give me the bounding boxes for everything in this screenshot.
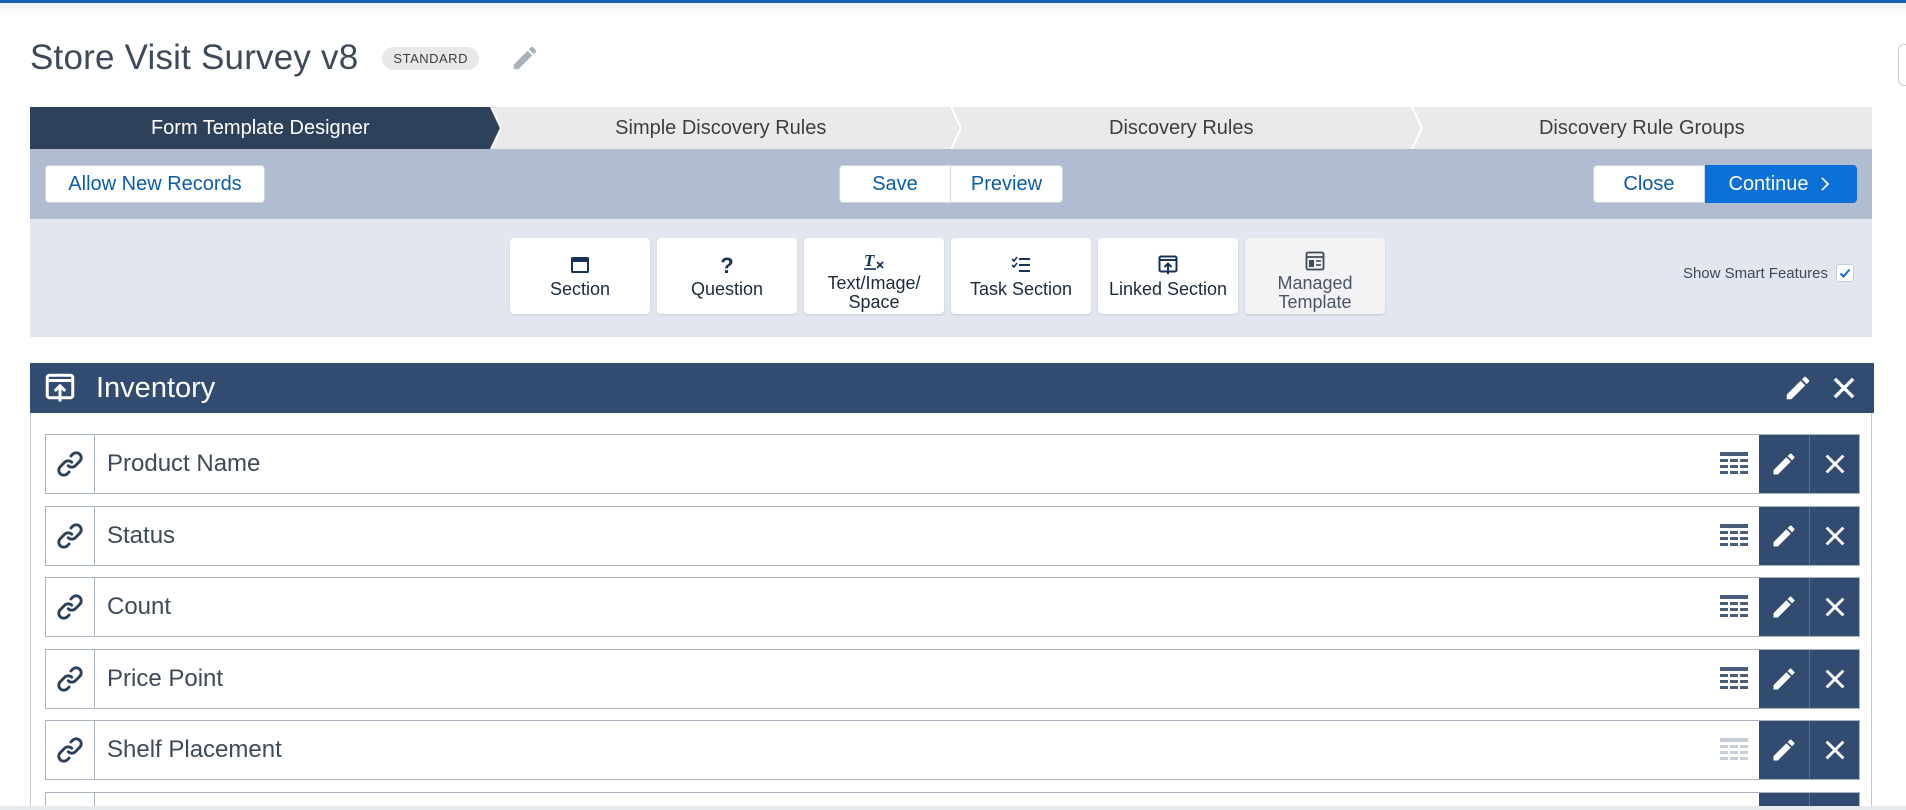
section-title: Inventory xyxy=(96,371,216,404)
question-row[interactable]: Status xyxy=(45,505,1860,566)
allow-new-records-button[interactable]: Allow New Records xyxy=(45,165,265,203)
component-palette: Section ? Question T Text/Image/ Space T… xyxy=(30,219,1872,337)
link-icon xyxy=(46,578,95,636)
save-button[interactable]: Save xyxy=(839,165,951,203)
clear-format-icon: T xyxy=(863,250,885,272)
delete-question-icon[interactable] xyxy=(1809,721,1859,779)
add-text-image-space-tool[interactable]: T Text/Image/ Space xyxy=(804,238,944,314)
tool-label: Task Section xyxy=(969,279,1073,299)
delete-question-icon[interactable] xyxy=(1809,649,1859,708)
path-step-label: Form Template Designer xyxy=(150,116,370,139)
path-chevron xyxy=(941,107,961,149)
tool-label: Text/Image/ Space xyxy=(827,273,921,312)
linked-section-icon xyxy=(44,372,76,404)
table-view-icon[interactable] xyxy=(1709,650,1759,708)
table-view-icon[interactable] xyxy=(1709,435,1759,493)
template-type-badge: STANDARD xyxy=(382,46,479,70)
path-step-simple-discovery-rules[interactable]: Simple Discovery Rules xyxy=(490,107,961,149)
path-step-label: Simple Discovery Rules xyxy=(615,116,827,139)
question-row[interactable]: Count xyxy=(45,577,1860,637)
svg-text:T: T xyxy=(864,251,875,270)
path-chevron xyxy=(1401,107,1422,149)
delete-section-icon[interactable] xyxy=(1828,372,1860,404)
section-inventory: Inventory Product Name Status Count Price P… xyxy=(30,363,1874,810)
edit-question-icon[interactable] xyxy=(1759,721,1809,779)
question-label: Status xyxy=(107,521,176,549)
question-row[interactable]: Shelf Placement xyxy=(45,720,1860,780)
smart-features-toggle: Show Smart Features xyxy=(1683,264,1854,282)
add-linked-section-tool[interactable]: Linked Section xyxy=(1098,238,1238,314)
edit-question-icon[interactable] xyxy=(1759,649,1809,708)
path-step-discovery-rules[interactable]: Discovery Rules xyxy=(951,107,1422,149)
add-managed-template-tool[interactable]: Managed Template xyxy=(1245,238,1385,314)
edit-title-icon[interactable] xyxy=(509,42,541,74)
tool-label: Managed Template xyxy=(1277,273,1353,312)
designer-path: Form Template Designer Simple Discovery … xyxy=(30,107,1872,149)
add-question-tool[interactable]: ? Question xyxy=(657,238,797,314)
question-label: Product Name xyxy=(107,450,261,477)
section-actions xyxy=(1782,372,1860,404)
preview-button[interactable]: Preview xyxy=(951,165,1063,203)
link-icon xyxy=(46,506,95,565)
smart-features-checkbox[interactable] xyxy=(1836,264,1854,282)
delete-question-icon[interactable] xyxy=(1809,435,1859,493)
side-scroll-tab[interactable] xyxy=(1898,44,1906,86)
delete-question-icon[interactable] xyxy=(1809,506,1859,565)
top-shadow xyxy=(0,3,1906,17)
linked-section-icon xyxy=(1158,254,1178,276)
continue-label: Continue xyxy=(1728,172,1809,195)
tool-label: Linked Section xyxy=(1108,279,1228,299)
template-icon xyxy=(1305,250,1325,272)
path-step-label: Discovery Rule Groups xyxy=(1538,116,1745,139)
path-chevron xyxy=(480,107,501,149)
link-icon xyxy=(46,649,95,708)
table-view-icon[interactable] xyxy=(1709,721,1759,779)
question-label: Shelf Placement xyxy=(107,736,282,763)
question-icon: ? xyxy=(720,252,734,278)
bottom-edge xyxy=(0,806,1906,810)
question-row[interactable]: Price Point xyxy=(45,648,1860,709)
tool-label: Question xyxy=(690,279,764,299)
edit-question-icon[interactable] xyxy=(1759,506,1809,565)
edit-question-icon[interactable] xyxy=(1759,435,1809,493)
question-row[interactable]: Product Name xyxy=(45,434,1860,494)
link-icon xyxy=(46,721,95,779)
question-label: Price Point xyxy=(107,664,224,692)
save-preview-group: Save Preview xyxy=(839,165,1063,203)
continue-button[interactable]: Continue xyxy=(1705,165,1857,203)
section-icon xyxy=(570,254,590,276)
add-task-section-tool[interactable]: Task Section xyxy=(951,238,1091,314)
path-step-label: Discovery Rules xyxy=(1109,116,1254,139)
smart-features-label: Show Smart Features xyxy=(1682,264,1828,282)
edit-question-icon[interactable] xyxy=(1759,578,1809,636)
tool-label: Section xyxy=(549,279,611,299)
task-list-icon xyxy=(1011,254,1031,276)
chevron-right-icon xyxy=(1820,177,1829,191)
page-header: Store Visit Survey v8 STANDARD xyxy=(30,34,541,82)
link-icon xyxy=(46,435,95,493)
delete-question-icon[interactable] xyxy=(1809,578,1859,636)
close-button[interactable]: Close xyxy=(1593,165,1705,203)
section-header: Inventory xyxy=(30,363,1874,413)
edit-section-icon[interactable] xyxy=(1782,372,1814,404)
path-step-discovery-rule-groups[interactable]: Discovery Rule Groups xyxy=(1411,107,1872,149)
page-title: Store Visit Survey v8 xyxy=(30,38,359,77)
close-continue-group: Close Continue xyxy=(1593,165,1857,203)
add-section-tool[interactable]: Section xyxy=(510,238,650,314)
designer-toolbar: Allow New Records Save Preview Close Con… xyxy=(30,149,1872,219)
path-step-form-template-designer[interactable]: Form Template Designer xyxy=(30,107,501,149)
question-label: Count xyxy=(107,593,172,620)
table-view-icon[interactable] xyxy=(1709,578,1759,636)
checkmark-icon xyxy=(1839,268,1851,278)
table-view-icon[interactable] xyxy=(1709,507,1759,565)
